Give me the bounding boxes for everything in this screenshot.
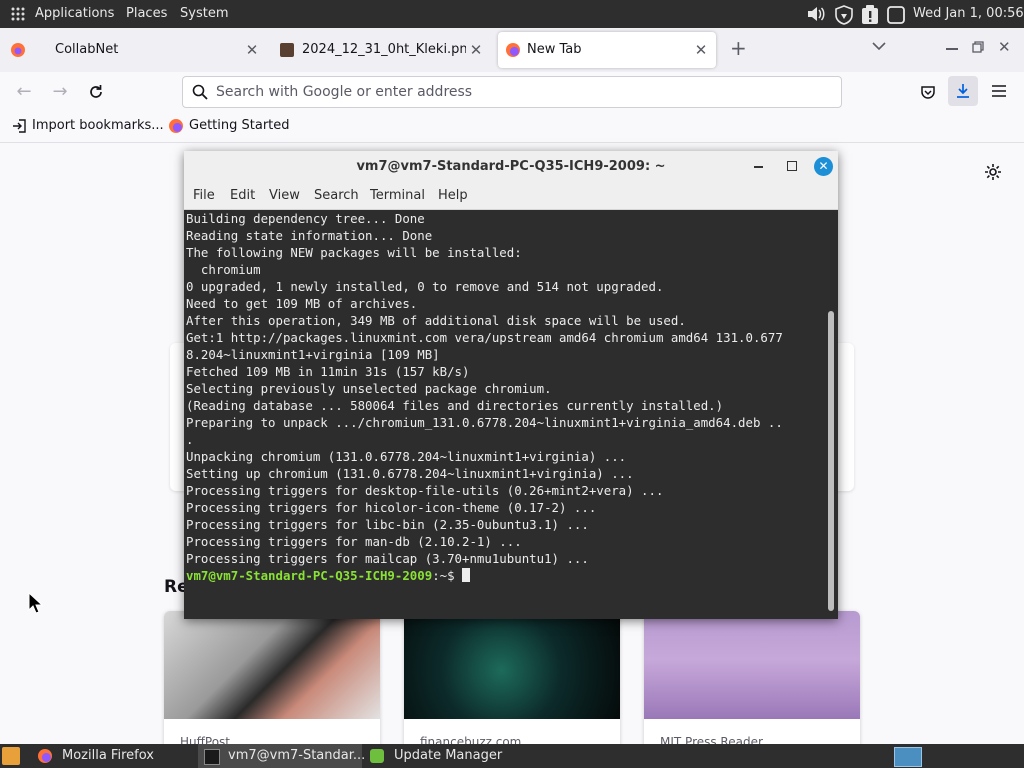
- terminal-title: vm7@vm7-Standard-PC-Q35-ICH9-2009: ~: [356, 159, 666, 174]
- tab-title: New Tab: [527, 42, 582, 57]
- taskbar: Mozilla Firefox vm7@vm7-Standar... Updat…: [0, 744, 1024, 768]
- forward-icon[interactable]: →: [48, 80, 72, 104]
- taskbar-label: Mozilla Firefox: [62, 748, 154, 763]
- tab-title: CollabNet: [55, 42, 119, 57]
- firefox-icon: [169, 119, 183, 133]
- mouse-pointer-icon: [28, 591, 44, 618]
- menu-search[interactable]: Search: [314, 183, 359, 209]
- terminal-menubar: File Edit View Search Terminal Help: [184, 183, 838, 210]
- terminal-close-icon[interactable]: ✕: [814, 157, 833, 176]
- reload-icon[interactable]: [84, 80, 108, 104]
- shield-icon: [370, 749, 384, 763]
- story-card[interactable]: MIT Press Reader: [644, 611, 860, 751]
- import-icon: [12, 119, 26, 137]
- terminal-scrollbar[interactable]: [828, 311, 834, 611]
- terminal-titlebar[interactable]: vm7@vm7-Standard-PC-Q35-ICH9-2009: ~ ✕: [184, 151, 838, 183]
- taskbar-label: vm7@vm7-Standar...: [228, 748, 366, 763]
- url-placeholder: Search with Google or enter address: [216, 84, 473, 100]
- taskbar-update-manager[interactable]: Update Manager: [364, 744, 534, 768]
- new-tab-button[interactable]: +: [730, 36, 747, 60]
- tab-kleki-image[interactable]: 2024_12_31_0ht_Kleki.png ✕: [274, 32, 492, 68]
- download-icon: [957, 84, 969, 98]
- terminal-output: Building dependency tree... Done Reading…: [186, 210, 826, 584]
- terminal-window[interactable]: vm7@vm7-Standard-PC-Q35-ICH9-2009: ~ ✕ F…: [184, 151, 838, 619]
- menu-edit[interactable]: Edit: [230, 183, 255, 209]
- menu-view[interactable]: View: [269, 183, 300, 209]
- firefox-favicon-icon: [506, 43, 520, 57]
- tab-collabnet[interactable]: CollabNet ✕: [40, 32, 266, 68]
- url-bar[interactable]: Search with Google or enter address: [182, 76, 842, 108]
- places-menu[interactable]: Places: [126, 0, 167, 28]
- story-card[interactable]: HuffPost: [164, 611, 380, 751]
- taskbar-label: Update Manager: [394, 748, 503, 763]
- close-window-icon[interactable]: ✕: [998, 38, 1011, 56]
- story-thumbnail: [164, 611, 380, 719]
- story-thumbnail: [404, 611, 620, 719]
- downloads-button[interactable]: [948, 76, 978, 106]
- terminal-icon: [204, 749, 220, 765]
- close-tab-icon[interactable]: ✕: [468, 32, 484, 68]
- taskbar-terminal[interactable]: vm7@vm7-Standar...: [198, 744, 366, 768]
- story-thumbnail: [644, 611, 860, 719]
- back-icon[interactable]: ←: [12, 80, 36, 104]
- menu-file[interactable]: File: [193, 183, 215, 209]
- shield-icon[interactable]: [834, 5, 853, 25]
- terminal-output-area[interactable]: Building dependency tree... Done Reading…: [186, 210, 826, 619]
- applications-menu[interactable]: Applications: [35, 0, 114, 28]
- top-panel: Applications Places System Wed Jan 1, 00…: [0, 0, 1024, 28]
- update-alert-icon[interactable]: [860, 5, 878, 24]
- search-icon: [192, 84, 208, 104]
- terminal-minimize-icon[interactable]: [754, 166, 763, 168]
- tab-new-tab[interactable]: New Tab ✕: [498, 32, 716, 68]
- window-list-icon[interactable]: [886, 5, 905, 24]
- terminal-maximize-icon[interactable]: [787, 161, 797, 171]
- image-favicon-icon: [280, 43, 294, 57]
- settings-gear-icon[interactable]: [984, 163, 1002, 185]
- volume-icon[interactable]: [806, 5, 825, 23]
- pocket-icon[interactable]: [920, 84, 936, 104]
- text-cursor: [462, 568, 471, 582]
- bookmarks-toolbar: Import bookmarks... Getting Started: [0, 112, 1024, 143]
- minimize-icon[interactable]: [946, 48, 958, 50]
- nav-bar: ← → Search with Google or enter address: [0, 72, 1024, 112]
- close-tab-icon[interactable]: ✕: [244, 32, 260, 68]
- taskbar-firefox[interactable]: Mozilla Firefox: [30, 744, 196, 768]
- firefox-icon: [38, 749, 52, 763]
- system-menu[interactable]: System: [180, 0, 228, 28]
- prompt-suffix: :~$: [432, 568, 463, 583]
- list-all-tabs-icon[interactable]: [872, 40, 886, 55]
- close-tab-icon[interactable]: ✕: [693, 32, 709, 68]
- terminal-output-text: Building dependency tree... Done Reading…: [186, 211, 783, 566]
- menu-terminal[interactable]: Terminal: [370, 183, 425, 209]
- menu-hamburger-icon[interactable]: [991, 84, 1007, 102]
- bookmark-import[interactable]: Import bookmarks...: [32, 112, 164, 140]
- restore-icon[interactable]: [972, 41, 984, 57]
- workspace-switcher[interactable]: [894, 747, 922, 767]
- menu-help[interactable]: Help: [438, 183, 468, 209]
- apps-grid-icon[interactable]: [10, 0, 26, 28]
- show-desktop-icon[interactable]: [2, 747, 20, 765]
- tab-strip: CollabNet ✕ 2024_12_31_0ht_Kleki.png ✕ N…: [0, 28, 1024, 72]
- prompt-user: vm7@vm7-Standard-PC-Q35-ICH9-2009: [186, 568, 433, 583]
- firefox-view-icon[interactable]: [10, 42, 26, 62]
- tab-title: 2024_12_31_0ht_Kleki.png: [302, 42, 466, 57]
- story-card[interactable]: financebuzz.com: [404, 611, 620, 751]
- clock[interactable]: Wed Jan 1, 00:56: [913, 0, 1024, 28]
- bookmark-getting-started[interactable]: Getting Started: [189, 112, 290, 140]
